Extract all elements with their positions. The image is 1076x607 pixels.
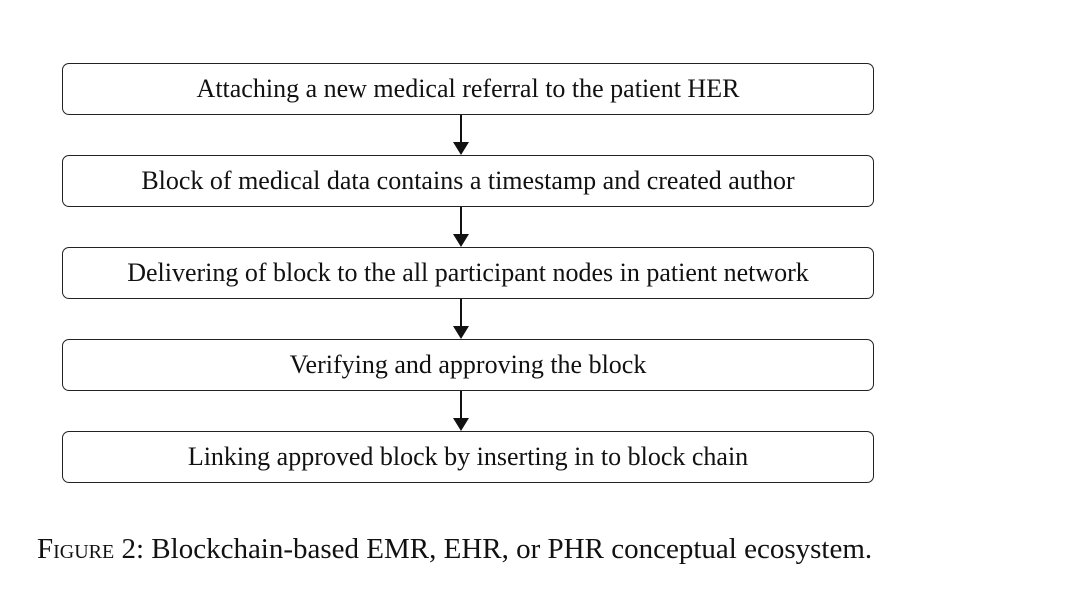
arrow-down-icon xyxy=(453,234,469,247)
step-box-3: Delivering of block to the all participa… xyxy=(62,247,874,299)
step-label-4: Verifying and approving the block xyxy=(289,350,647,379)
arrow-shaft xyxy=(460,391,462,419)
arrow-shaft xyxy=(460,115,462,143)
step-box-4: Verifying and approving the block xyxy=(62,339,874,391)
flowchart: Attaching a new medical referral to the … xyxy=(62,63,874,483)
figure-label: Figure 2: xyxy=(37,533,145,565)
step-label-3: Delivering of block to the all participa… xyxy=(127,258,809,287)
figure-caption: Figure 2: Blockchain-based EMR, EHR, or … xyxy=(37,530,903,568)
arrow-1-to-2 xyxy=(62,115,874,155)
step-label-2: Block of medical data contains a timesta… xyxy=(141,166,795,195)
figure-caption-text: Blockchain-based EMR, EHR, or PHR concep… xyxy=(151,533,873,565)
step-box-5: Linking approved block by inserting in t… xyxy=(62,431,874,483)
step-label-1: Attaching a new medical referral to the … xyxy=(196,74,740,103)
arrow-down-icon xyxy=(453,418,469,431)
arrow-down-icon xyxy=(453,326,469,339)
step-label-5: Linking approved block by inserting in t… xyxy=(187,442,749,471)
arrow-shaft xyxy=(460,207,462,235)
arrow-2-to-3 xyxy=(62,207,874,247)
step-box-1: Attaching a new medical referral to the … xyxy=(62,63,874,115)
step-box-2: Block of medical data contains a timesta… xyxy=(62,155,874,207)
arrow-shaft xyxy=(460,299,462,327)
arrow-3-to-4 xyxy=(62,299,874,339)
arrow-4-to-5 xyxy=(62,391,874,431)
arrow-down-icon xyxy=(453,142,469,155)
